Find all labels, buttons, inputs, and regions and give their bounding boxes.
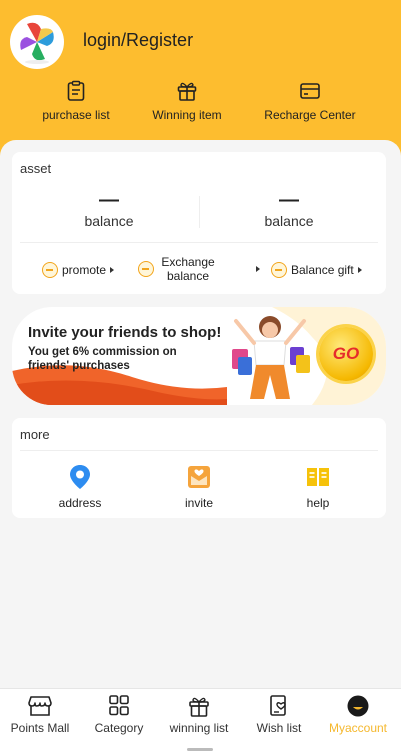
exchange-label-line1: Exchange: [161, 255, 215, 269]
balance-label: balance: [264, 213, 314, 229]
balance-block-1[interactable]: — balance: [19, 190, 199, 229]
balance-label: balance: [84, 213, 134, 229]
app-logo-icon: [20, 22, 54, 64]
balance-gift-label: Balance gift: [291, 263, 354, 277]
home-indicator: [187, 748, 213, 751]
invite-button[interactable]: invite: [159, 464, 239, 510]
exchange-coin-icon: [138, 261, 154, 277]
balance-block-2[interactable]: — balance: [199, 190, 379, 229]
grid-icon: [109, 695, 129, 716]
go-button[interactable]: GO: [319, 327, 373, 381]
tab-winning-list[interactable]: winning list: [159, 695, 239, 735]
coin-icon: [42, 262, 58, 278]
clipboard-icon: [67, 80, 85, 101]
balance-value: —: [99, 189, 119, 211]
login-register-link[interactable]: login/Register: [83, 30, 193, 51]
winning-item-button[interactable]: Winning item: [127, 80, 247, 122]
account-icon: [347, 695, 369, 717]
tab-wish-list[interactable]: Wish list: [239, 695, 319, 735]
exchange-balance-link[interactable]: Exchange balance: [138, 255, 260, 283]
tab-category[interactable]: Category: [79, 695, 159, 735]
tab-label: Myaccount: [328, 721, 388, 735]
help-label: help: [306, 496, 330, 510]
purchase-list-button[interactable]: purchase list: [16, 80, 136, 122]
gift-icon: [177, 82, 197, 101]
recharge-center-button[interactable]: Recharge Center: [250, 80, 370, 122]
store-icon: [28, 696, 52, 716]
card-icon: [300, 83, 320, 99]
gift-coin-icon: [271, 262, 287, 278]
tab-points-mall[interactable]: Points Mall: [0, 695, 80, 735]
banner-subline: You get 6% commission on friends' purcha…: [28, 346, 177, 372]
recharge-center-label: Recharge Center: [264, 108, 356, 122]
gift-icon: [189, 697, 209, 717]
chevron-right-icon: [357, 267, 362, 273]
exchange-balance-label: Exchange balance: [160, 255, 216, 283]
bottom-tab-bar: Points Mall Category winning list Wish l…: [0, 688, 401, 752]
tab-label: winning list: [169, 721, 229, 735]
winning-item-label: Winning item: [152, 108, 222, 122]
shopping-girl-illustration: [232, 316, 310, 399]
location-pin-icon: [70, 465, 90, 489]
purchase-list-label: purchase list: [42, 108, 110, 122]
exchange-label-line2: balance: [166, 269, 210, 283]
asset-divider: [20, 242, 378, 243]
tab-label: Points Mall: [10, 721, 70, 735]
promote-link[interactable]: promote: [42, 262, 115, 278]
go-label: GO: [332, 344, 360, 363]
asset-title: asset: [20, 161, 52, 176]
help-button[interactable]: help: [278, 464, 358, 510]
account-header: login/Register purchase list Winning ite…: [0, 0, 401, 160]
tab-my-account[interactable]: Myaccount: [318, 695, 398, 735]
avatar[interactable]: [10, 15, 64, 69]
invite-label: invite: [184, 496, 213, 510]
chevron-right-icon: [256, 266, 260, 272]
asset-card: asset — balance — balance promote Exchan…: [12, 152, 386, 294]
address-button[interactable]: address: [40, 464, 120, 510]
promote-label: promote: [62, 263, 107, 277]
balance-gift-link[interactable]: Balance gift: [271, 262, 362, 278]
invite-friends-banner[interactable]: Invite your friends to shop! You get 6% …: [12, 307, 386, 405]
balance-value: —: [279, 189, 299, 211]
more-divider: [20, 450, 378, 451]
book-icon: [307, 468, 329, 486]
tab-label: Wish list: [256, 721, 302, 735]
banner-headline: Invite your friends to shop!: [28, 324, 222, 341]
address-label: address: [58, 496, 102, 510]
wishlist-icon: [270, 695, 286, 716]
chevron-right-icon: [110, 267, 115, 273]
envelope-icon: [188, 466, 210, 488]
more-title: more: [20, 427, 50, 442]
tab-label: Category: [94, 721, 144, 735]
